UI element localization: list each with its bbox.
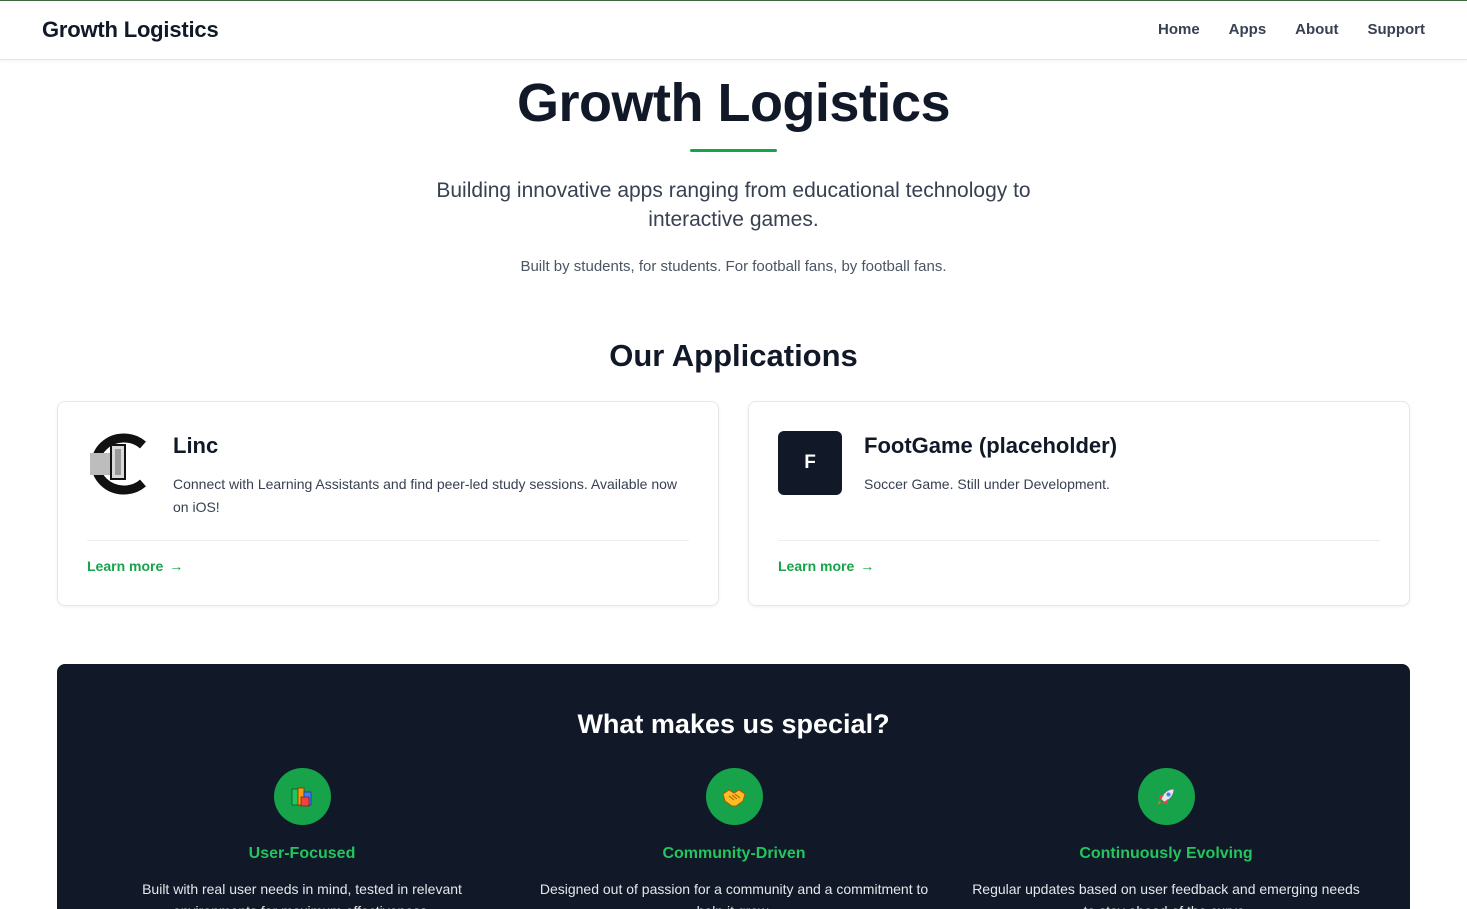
navbar: Growth Logistics Home Apps About Support	[0, 1, 1467, 60]
brand-logo-text[interactable]: Growth Logistics	[42, 17, 219, 43]
nav-link-home[interactable]: Home	[1158, 21, 1200, 38]
feature-community-driven: Community-Driven Designed out of passion…	[534, 768, 934, 909]
nav-link-apps[interactable]: Apps	[1229, 21, 1267, 38]
card-divider	[87, 540, 689, 541]
apps-heading: Our Applications	[609, 338, 858, 373]
feature-title: Community-Driven	[662, 845, 806, 862]
nav-links: Home Apps About Support	[1158, 21, 1425, 38]
hero-tagline: Built by students, for students. For foo…	[520, 258, 947, 275]
feature-continuously-evolving: Continuously Evolving Regular updates ba…	[966, 768, 1366, 909]
hero-underline	[690, 149, 777, 152]
features-section: What makes us special? User-Focused Buil…	[57, 664, 1410, 909]
learn-more-link-footgame[interactable]: Learn more →	[778, 558, 874, 574]
feature-title: User-Focused	[248, 845, 356, 862]
features-heading: What makes us special?	[577, 709, 890, 739]
card-divider	[778, 540, 1380, 541]
app-card-linc: Linc Connect with Learning Assistants an…	[57, 401, 719, 606]
nav-link-about[interactable]: About	[1295, 21, 1338, 38]
app-name: FootGame (placeholder)	[864, 433, 1118, 458]
feature-text: Designed out of passion for a community …	[539, 881, 929, 909]
learn-more-link-linc[interactable]: Learn more →	[87, 558, 183, 574]
app-card-footgame: F FootGame (placeholder) Soccer Game. St…	[748, 401, 1410, 606]
hero-subtitle: Building innovative apps ranging from ed…	[436, 179, 1031, 231]
feature-user-focused: User-Focused Built with real user needs …	[102, 768, 502, 909]
arrow-right-icon: →	[860, 558, 875, 574]
app-name: Linc	[173, 433, 219, 458]
books-icon	[273, 768, 331, 825]
learn-more-label: Learn more	[778, 558, 855, 574]
feature-text: Regular updates based on user feedback a…	[972, 881, 1360, 909]
arrow-right-icon: →	[169, 558, 184, 574]
learn-more-label: Learn more	[87, 558, 164, 574]
linc-logo-icon	[87, 431, 151, 495]
hero-title: Growth Logistics	[516, 73, 951, 133]
nav-link-support[interactable]: Support	[1368, 21, 1426, 38]
app-description: Soccer Game. Still under Development.	[864, 476, 1110, 492]
rocket-icon	[1137, 768, 1195, 825]
app-description: Connect with Learning Assistants and fin…	[173, 476, 678, 515]
feature-text: Built with real user needs in mind, test…	[142, 881, 462, 909]
handshake-icon	[705, 768, 763, 825]
footgame-logo-icon: F	[778, 431, 842, 495]
feature-title: Continuously Evolving	[1079, 845, 1253, 862]
